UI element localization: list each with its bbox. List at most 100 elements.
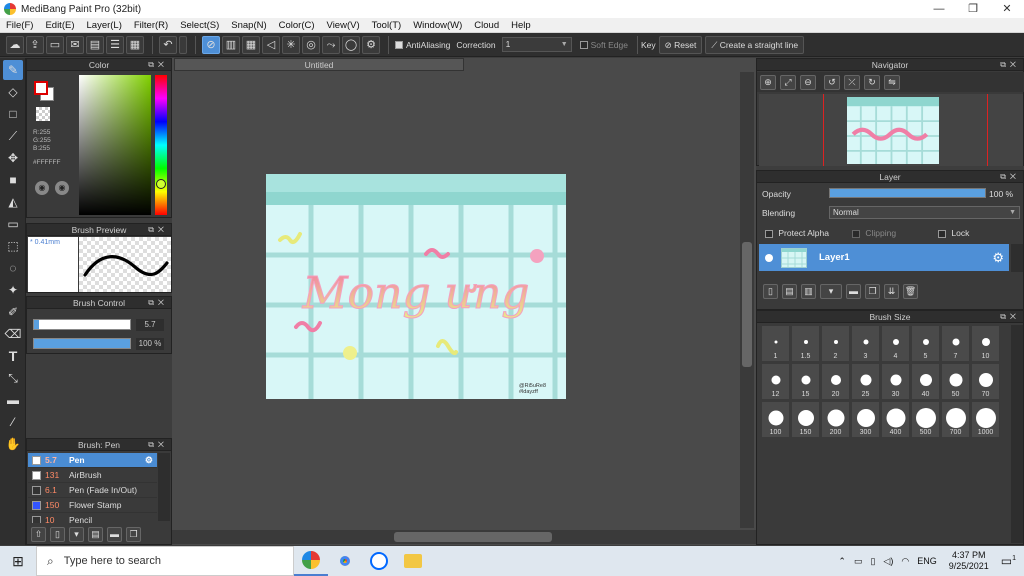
- battery-icon[interactable]: ▭: [854, 556, 863, 567]
- brush-size-preset[interactable]: 1.5: [791, 325, 820, 362]
- copy-brush-icon[interactable]: ▤: [88, 527, 103, 542]
- magic-wand-tool-icon[interactable]: ✦: [3, 280, 23, 300]
- text-tool-icon[interactable]: T: [3, 346, 23, 366]
- menu-select[interactable]: Select(S): [174, 20, 225, 31]
- menu-snap[interactable]: Snap(N): [225, 20, 272, 31]
- brush-size-preset[interactable]: 7: [941, 325, 970, 362]
- brush-size-preset[interactable]: 3: [851, 325, 880, 362]
- brush-size-preset[interactable]: 200: [821, 401, 850, 438]
- brush-item[interactable]: 5.7 Pen ⚙: [28, 453, 157, 468]
- rotate-right-icon[interactable]: ↻: [864, 74, 880, 90]
- add-brush-cloud-icon[interactable]: ⇧: [31, 527, 46, 542]
- radial-snap-icon[interactable]: ✳: [282, 35, 300, 54]
- hue-slider[interactable]: [155, 75, 167, 215]
- brush-size-preset[interactable]: 30: [881, 363, 910, 400]
- panel-float-close-icon[interactable]: ⧉✕: [148, 439, 168, 451]
- eyedropper-tool-icon[interactable]: ⁄: [3, 412, 23, 432]
- panel-float-close-icon[interactable]: ⧉✕: [148, 224, 168, 236]
- taskbar-file-explorer[interactable]: [396, 546, 430, 576]
- brush-size-preset[interactable]: 12: [761, 363, 790, 400]
- brush-size-slider[interactable]: [33, 319, 131, 330]
- brush-size-preset[interactable]: 15: [791, 363, 820, 400]
- cloud-icon[interactable]: ☁: [6, 35, 24, 54]
- brush-type-dropdown-icon[interactable]: ▾: [69, 527, 84, 542]
- share-icon[interactable]: ⇪: [26, 35, 44, 54]
- saturation-value-picker[interactable]: [79, 75, 151, 215]
- select-pen-tool-icon[interactable]: ✐: [3, 302, 23, 322]
- blending-select[interactable]: Normal ▼: [829, 206, 1020, 219]
- new-layer-icon[interactable]: ▯: [763, 284, 778, 299]
- brush-size-preset[interactable]: 1: [761, 325, 790, 362]
- brush-size-preset[interactable]: 10: [971, 325, 1000, 362]
- brush-size-preset[interactable]: 40: [911, 363, 940, 400]
- brush-size-value[interactable]: 5.7: [136, 318, 164, 331]
- brush-item[interactable]: 150 Flower Stamp: [28, 498, 157, 513]
- eraser-tool-icon[interactable]: ◇: [3, 82, 23, 102]
- panel-float-close-icon[interactable]: ⧉✕: [148, 59, 168, 71]
- layer-folder-icon[interactable]: ▬: [846, 284, 861, 299]
- curve-snap-icon[interactable]: ⤳: [322, 35, 340, 54]
- minimize-button[interactable]: —: [922, 0, 956, 18]
- taskbar-chrome[interactable]: [328, 546, 362, 576]
- menu-layer[interactable]: Layer(L): [81, 20, 128, 31]
- hue-slider-handle[interactable]: [156, 179, 166, 189]
- vanish-point-icon[interactable]: ◁: [262, 35, 280, 54]
- windows-start-icon[interactable]: ⊞: [0, 553, 36, 570]
- parallel-snap-icon[interactable]: ▥: [222, 35, 240, 54]
- panel-float-close-icon[interactable]: ⧉✕: [1000, 171, 1020, 183]
- palette-settings-icon[interactable]: ◉: [55, 181, 69, 195]
- brush-size-preset[interactable]: 2: [821, 325, 850, 362]
- artboard[interactable]: Mong ưng @Ri5uRe8 #ldayzff: [266, 174, 566, 399]
- palette-icon[interactable]: ◉: [35, 181, 49, 195]
- snap-settings-icon[interactable]: ⚙: [362, 35, 380, 54]
- merge-layer-icon[interactable]: ⇊: [884, 284, 899, 299]
- layer-opacity-slider[interactable]: [829, 188, 986, 198]
- display-icon[interactable]: ▯: [870, 556, 875, 567]
- snap-off-icon[interactable]: ⊘: [202, 35, 220, 54]
- ellipse-snap-icon[interactable]: ◯: [342, 35, 360, 54]
- gear-icon[interactable]: ⚙: [992, 250, 1004, 266]
- undo-icon[interactable]: ↶: [159, 35, 177, 54]
- operation-tool-icon[interactable]: ⤡: [3, 368, 23, 388]
- lock-option[interactable]: Lock: [938, 228, 969, 238]
- taskbar-search-box[interactable]: ⌕ Type here to search: [36, 546, 294, 576]
- horizontal-scroll-thumb[interactable]: [394, 532, 552, 542]
- cross-snap-icon[interactable]: ▦: [242, 35, 260, 54]
- brush-list-scrollbar[interactable]: [158, 453, 170, 521]
- delete-layer-icon[interactable]: 🗑: [903, 284, 918, 299]
- protect-alpha-checkbox[interactable]: [765, 229, 773, 238]
- zoom-in-icon[interactable]: ⊕: [760, 74, 776, 90]
- rectangle-tool-icon[interactable]: □: [3, 104, 23, 124]
- menu-filter[interactable]: Filter(R): [128, 20, 174, 31]
- antialiasing-checkbox[interactable]: [395, 40, 403, 49]
- lasso-tool-icon[interactable]: ◌: [3, 258, 23, 278]
- document-icon[interactable]: ▤: [86, 35, 104, 54]
- clock[interactable]: 4:37 PM 9/25/2021: [949, 550, 989, 572]
- brush-size-preset[interactable]: 4: [881, 325, 910, 362]
- zoom-out-icon[interactable]: ⊖: [800, 74, 816, 90]
- clipping-option[interactable]: Clipping: [852, 228, 896, 238]
- gradient-tool-icon[interactable]: ▭: [3, 214, 23, 234]
- input-language[interactable]: ENG: [917, 556, 937, 566]
- menu-edit[interactable]: Edit(E): [39, 20, 80, 31]
- notifications-icon[interactable]: ▭1: [1001, 554, 1016, 568]
- brush-item[interactable]: 10 Pencil: [28, 513, 157, 523]
- brush-opacity-slider[interactable]: [33, 338, 131, 349]
- undo-dropdown[interactable]: [179, 35, 187, 54]
- hand-tool-icon[interactable]: ✋: [3, 434, 23, 454]
- panel-float-close-icon[interactable]: ⧉✕: [148, 297, 168, 309]
- brush-size-preset[interactable]: 150: [791, 401, 820, 438]
- brush-size-preset[interactable]: 1000: [971, 401, 1000, 438]
- brush-size-preset[interactable]: 20: [821, 363, 850, 400]
- layer-list-scrollbar[interactable]: [1011, 244, 1023, 272]
- comment-icon[interactable]: ✉: [66, 35, 84, 54]
- maximize-button[interactable]: ❐: [956, 0, 990, 18]
- taskbar-medibang[interactable]: [294, 546, 328, 576]
- dot-tool-icon[interactable]: ⟋: [3, 126, 23, 146]
- new-brush-icon[interactable]: ▯: [50, 527, 65, 542]
- visibility-eye-icon[interactable]: [765, 253, 773, 262]
- circle-snap-icon[interactable]: ◎: [302, 35, 320, 54]
- new-halftone-layer-icon[interactable]: ▤: [782, 284, 797, 299]
- layer-type-dropdown-icon[interactable]: ▾: [820, 284, 842, 299]
- canvas-tab[interactable]: Untitled: [174, 58, 464, 71]
